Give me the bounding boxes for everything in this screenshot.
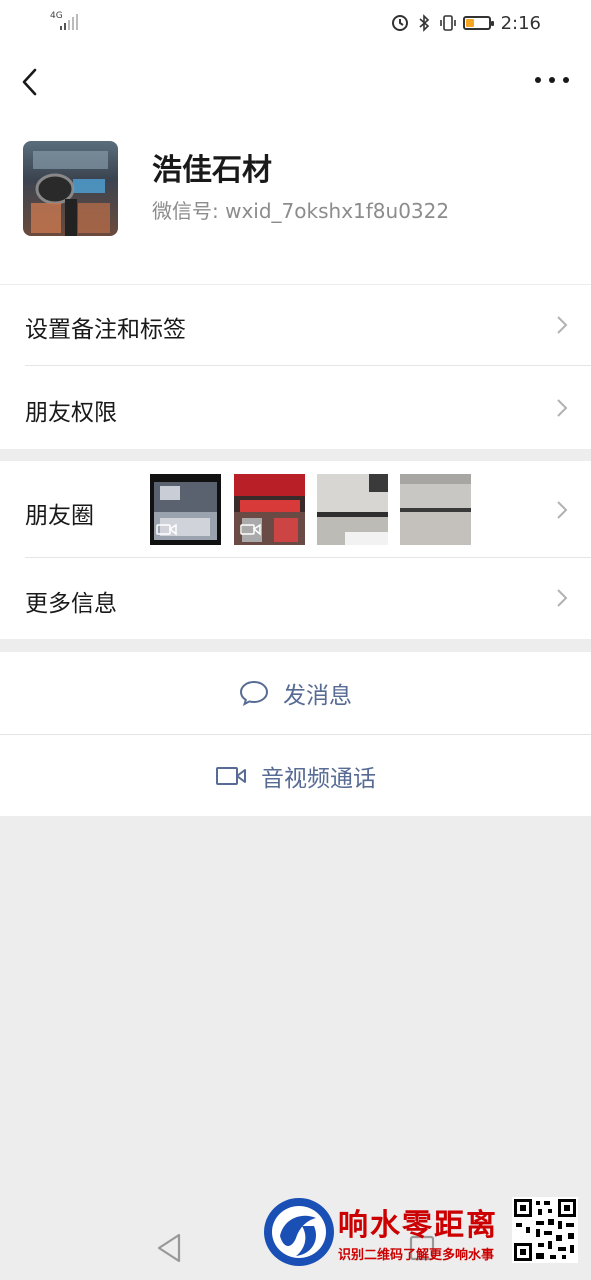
alarm-icon: [391, 15, 408, 31]
actions-section: 发消息 音视频通话: [0, 652, 591, 816]
bluetooth-icon: [419, 14, 429, 32]
wechat-id-value: wxid_7okshx1f8u0322: [225, 199, 450, 223]
chevron-right-icon: [557, 589, 568, 607]
nav-back-icon[interactable]: [155, 1232, 183, 1264]
video-camera-icon: [216, 766, 246, 785]
remark-tags-label: 设置备注和标签: [25, 317, 186, 343]
battery-icon: [462, 16, 494, 30]
profile-name: 浩佳石材: [152, 153, 272, 188]
more-info-row[interactable]: 更多信息: [0, 558, 591, 639]
back-arrow-icon[interactable]: [16, 64, 46, 100]
moments-label: 朋友圈: [25, 503, 94, 529]
status-bar: 4G 2:16: [0, 0, 591, 46]
qr-code-icon: [512, 1197, 578, 1263]
chevron-right-icon: [557, 316, 568, 334]
more-options-icon[interactable]: [535, 70, 569, 90]
moments-thumbnail-4[interactable]: [400, 474, 471, 545]
settings-section: 设置备注和标签 朋友权限: [0, 284, 591, 449]
watermark-title: 响水零距离: [338, 1208, 498, 1243]
moments-thumbnail-2[interactable]: [234, 474, 305, 545]
avatar[interactable]: [23, 141, 118, 236]
friend-permissions-label: 朋友权限: [25, 400, 117, 426]
battery-level: [465, 19, 474, 27]
wechat-id: 微信号: wxid_7okshx1f8u0322: [152, 195, 449, 224]
status-time: 2:16: [500, 12, 541, 34]
wechat-id-label: 微信号:: [152, 199, 219, 223]
moments-thumbnail-1[interactable]: [150, 474, 221, 545]
av-call-button[interactable]: 音视频通话: [0, 735, 591, 816]
watermark-subtitle: 识别二维码了解更多响水事: [338, 1248, 495, 1263]
friend-permissions-row[interactable]: 朋友权限: [0, 366, 591, 449]
more-info-label: 更多信息: [25, 591, 117, 617]
chevron-right-icon: [557, 501, 568, 519]
chat-bubble-icon: [239, 680, 269, 707]
moments-thumbnail-3[interactable]: [317, 474, 388, 545]
vibrate-icon: [439, 15, 456, 31]
av-call-label: 音视频通话: [261, 765, 376, 792]
send-message-button[interactable]: 发消息: [0, 652, 591, 734]
remark-tags-row[interactable]: 设置备注和标签: [0, 284, 591, 366]
watermark-logo-icon: [264, 1198, 334, 1266]
send-message-label: 发消息: [283, 683, 352, 709]
signal-icon: [60, 14, 78, 30]
chevron-right-icon: [557, 399, 568, 417]
